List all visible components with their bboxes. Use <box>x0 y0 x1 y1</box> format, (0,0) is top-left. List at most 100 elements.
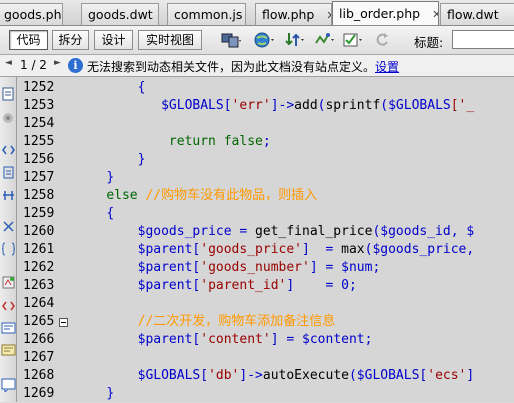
code-line[interactable]: //二次开发，购物车添加备注信息 <box>75 313 336 331</box>
line-number: 1269 <box>23 386 55 401</box>
code-token: autoExecute <box>262 368 349 383</box>
pager: 1 / 2 <box>20 58 47 72</box>
tab-flow-dwt[interactable]: flow.dwt <box>440 3 514 25</box>
code-line[interactable]: $parent['content'] = $content; <box>75 331 373 349</box>
tab-common-js[interactable]: common.js <box>167 3 246 25</box>
code-token: $content <box>302 332 365 347</box>
code-line[interactable]: return false; <box>75 133 271 151</box>
code-token: $parent <box>137 242 193 257</box>
code-line[interactable]: $parent['goods_number'] = $num; <box>75 259 381 277</box>
select-parent-icon[interactable] <box>1 165 16 180</box>
close-tab-icon[interactable]: ✕ <box>432 3 438 25</box>
code-token: = <box>231 224 256 239</box>
code-editor[interactable]: { $GLOBALS['err']->add(sprintf($GLOBALS[… <box>75 77 514 402</box>
line-number: 1267 <box>23 350 55 365</box>
coding-toolbar <box>0 77 17 402</box>
info-message-text: 无法搜索到动态相关文件，因为此文档没有站点定义。 <box>87 60 376 74</box>
line-numbers-icon[interactable] <box>1 219 16 234</box>
setup-link[interactable]: 设置 <box>375 60 399 74</box>
globe-icon[interactable] <box>253 31 275 49</box>
live-view-button[interactable]: 实时视图 <box>138 30 202 50</box>
line-number-gutter: 1252 1253 1254 1255 1256 1257 1258 1259 1260 1261… <box>17 77 75 402</box>
line-number: 1254 <box>23 116 55 131</box>
line-number: 1255 <box>23 134 55 149</box>
file-transfer-icon[interactable] <box>283 31 305 49</box>
code-token: ]-> <box>239 368 263 383</box>
line-number: 1263 <box>23 278 55 293</box>
validate-icon[interactable] <box>342 31 364 49</box>
code-token: $parent <box>137 260 193 275</box>
code-line[interactable]: } <box>75 151 146 169</box>
code-line[interactable]: } <box>75 385 114 402</box>
code-token: $parent <box>137 278 193 293</box>
highlight-invalid-icon[interactable] <box>1 241 16 256</box>
multiscreen-icon[interactable] <box>220 31 242 49</box>
code-token: ; <box>348 278 357 293</box>
line-number: 1261 <box>23 242 55 257</box>
wrap-tag-icon[interactable] <box>1 299 16 314</box>
code-line[interactable]: $parent['goods_price'] = max($goods_pric… <box>75 241 475 259</box>
code-token: $goods_id <box>380 224 451 239</box>
remove-comment-icon[interactable] <box>1 343 16 358</box>
code-token: ( <box>380 98 389 113</box>
title-input[interactable] <box>452 30 514 49</box>
line-number: 1252 <box>23 80 55 95</box>
tab-flow-php[interactable]: flow.php ✕ <box>255 3 332 25</box>
open-document-icon[interactable] <box>1 87 16 102</box>
code-token: return false <box>168 134 263 149</box>
tab-label: flow.php <box>262 7 315 22</box>
code-line[interactable]: } <box>75 169 114 187</box>
code-token: } <box>106 170 115 185</box>
tab-goods-dwt[interactable]: goods.dwt <box>81 3 159 25</box>
code-token: ] = <box>286 278 342 293</box>
design-view-button[interactable]: 设计 <box>94 30 133 50</box>
tab-goods-php[interactable]: goods.php <box>0 3 63 25</box>
collapse-icon[interactable] <box>1 111 16 126</box>
syntax-error-icon[interactable] <box>1 275 16 290</box>
code-token: //二次开发，购物车添加备注信息 <box>137 314 336 329</box>
code-token: $GLOBALS <box>161 98 224 113</box>
refresh-icon[interactable] <box>372 31 394 49</box>
code-line[interactable]: $parent['parent_id'] = 0; <box>75 277 357 295</box>
code-line[interactable]: else //购物车没有此物品，则插入 <box>75 187 317 205</box>
code-token: 'ecs' <box>427 368 467 383</box>
balance-braces-icon[interactable] <box>1 188 16 203</box>
code-token: 'parent_id' <box>200 278 287 293</box>
code-token: , <box>466 242 475 257</box>
code-token: ; <box>364 332 373 347</box>
snippet-icon[interactable] <box>1 377 16 392</box>
tab-label: common.js <box>174 7 243 22</box>
expand-tag-icon[interactable] <box>1 143 16 158</box>
code-token: 'goods_price' <box>200 242 302 257</box>
code-line[interactable]: { <box>75 205 114 223</box>
code-token: get_final_price <box>255 224 373 239</box>
code-fold-toggle-icon[interactable] <box>59 318 68 327</box>
line-number: 1266 <box>23 332 55 347</box>
code-line[interactable]: $GLOBALS['db']->autoExecute($GLOBALS['ec… <box>75 367 475 385</box>
code-token: $num <box>341 260 373 275</box>
code-line[interactable]: $goods_price = get_final_price($goods_id… <box>75 223 475 241</box>
debug-icon[interactable] <box>313 31 335 49</box>
tab-lib-order-php[interactable]: lib_order.php ✕ <box>332 1 439 25</box>
code-view-button[interactable]: 代码 <box>9 30 48 50</box>
line-number: 1257 <box>23 170 55 185</box>
document-tab-bar: goods.php goods.dwt common.js flow.php ✕… <box>0 0 514 26</box>
code-token: else <box>106 188 138 203</box>
code-token: //购物车没有此物品，则插入 <box>145 188 318 203</box>
code-token: ] = <box>302 242 342 257</box>
previous-arrow-icon[interactable]: ◄ <box>5 58 12 68</box>
code-line[interactable]: { <box>75 79 146 97</box>
code-token: 'content' <box>200 332 271 347</box>
apply-comment-icon[interactable] <box>1 321 16 336</box>
code-token: { <box>137 80 146 95</box>
code-token: ( <box>348 368 357 383</box>
code-line[interactable]: $GLOBALS['err']->add(sprintf($GLOBALS['_ <box>75 97 474 115</box>
split-view-button[interactable]: 拆分 <box>52 30 89 50</box>
next-arrow-icon[interactable]: ► <box>54 58 61 68</box>
